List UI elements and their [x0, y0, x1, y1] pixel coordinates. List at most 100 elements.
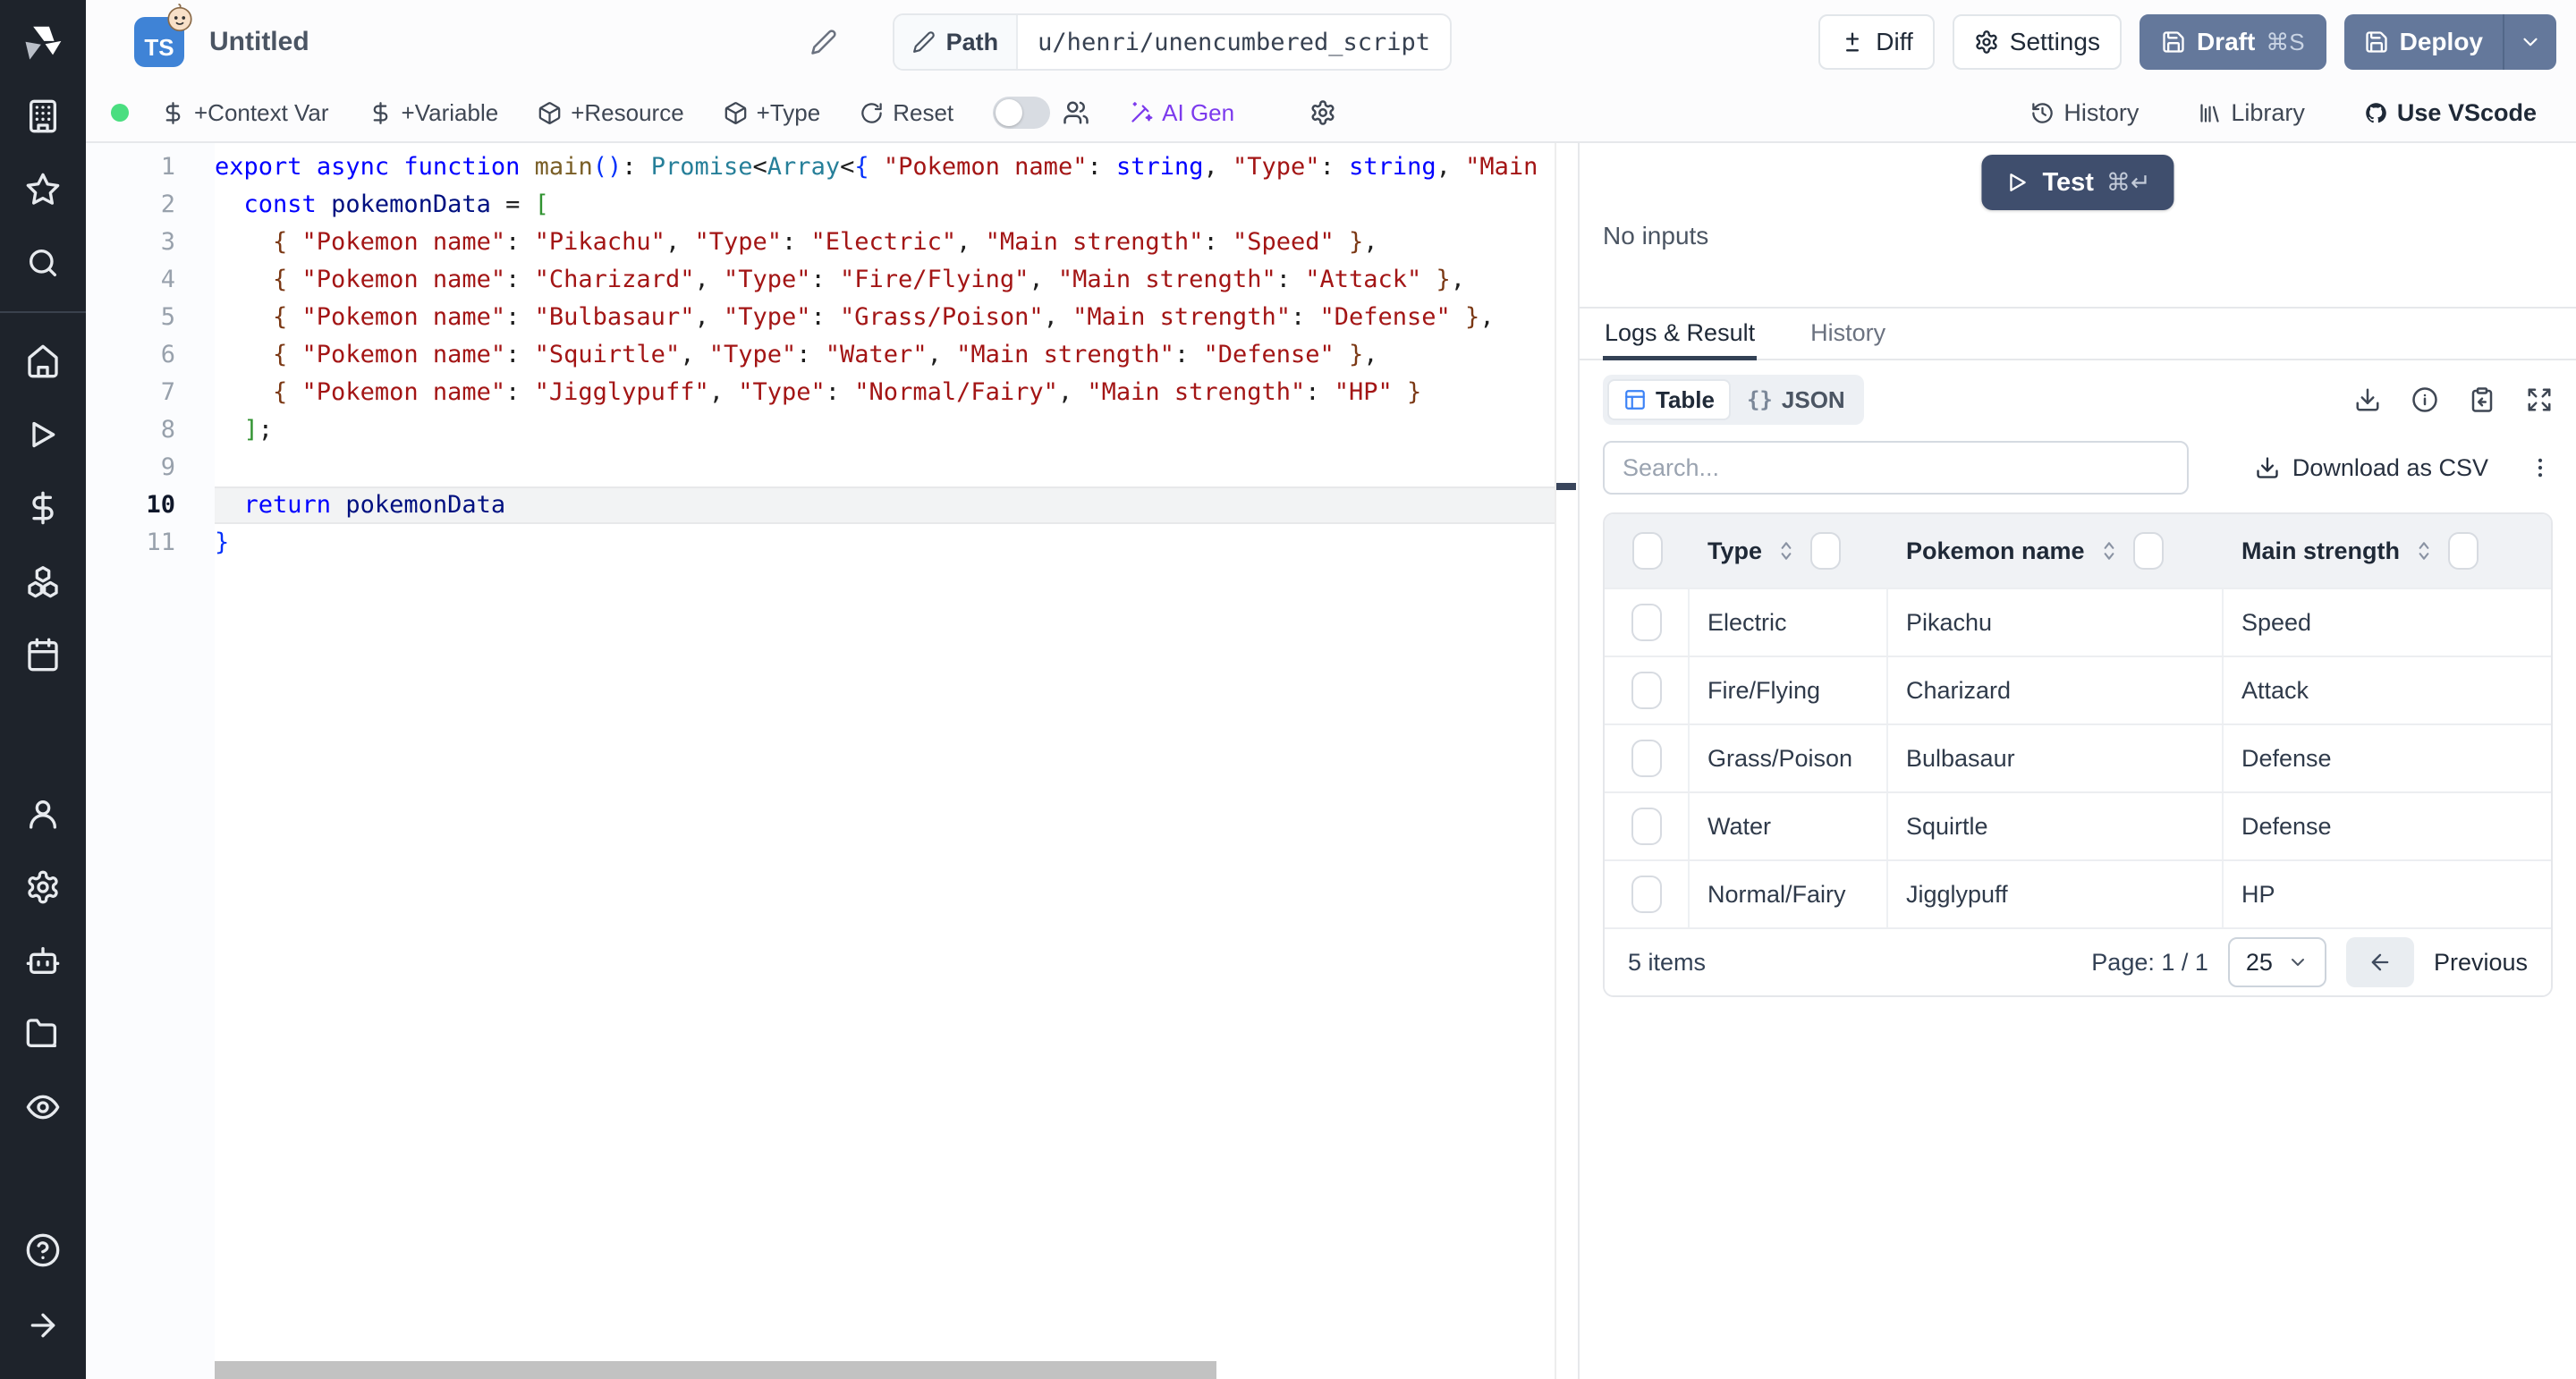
code-editor[interactable]: 1export async function main(): Promise<A… [86, 143, 1580, 1379]
table-row[interactable]: Normal/FairyJigglypuffHP [1605, 859, 2551, 927]
row-checkbox[interactable] [1631, 604, 1662, 641]
sort-icon[interactable] [1775, 539, 1798, 563]
column-checkbox[interactable] [2448, 532, 2479, 570]
sidebar-item-dollar-icon[interactable] [25, 490, 61, 526]
status-dot [111, 104, 129, 122]
expand-icon[interactable] [2526, 386, 2553, 413]
download-csv-button[interactable]: Download as CSV [2255, 454, 2488, 482]
edit-title-pencil-icon[interactable] [810, 29, 837, 55]
save-icon [2161, 30, 2186, 55]
code-line-10[interactable]: 10 return pokemonData [86, 486, 1555, 524]
reset-button[interactable]: Reset [860, 99, 953, 127]
previous-page-button[interactable] [2346, 937, 2414, 987]
row-checkbox[interactable] [1631, 876, 1662, 913]
row-checkbox[interactable] [1631, 740, 1662, 777]
download-result-icon[interactable] [2354, 386, 2381, 413]
table-footer: 5 items Page: 1 / 1 25 Previous [1605, 927, 2551, 995]
package-icon [538, 101, 562, 125]
deploy-dropdown-button[interactable] [2503, 14, 2556, 70]
code-line-9[interactable]: 9 [86, 449, 1555, 486]
sidebar-item-boxes-icon[interactable] [25, 563, 61, 599]
sidebar-item-play-icon[interactable] [25, 417, 61, 453]
code-line-8[interactable]: 8 ]; [86, 411, 1555, 449]
table-cell: Grass/Poison [1690, 725, 1888, 791]
run-result-panel: Test ⌘↵ No inputs Logs & Result History … [1580, 143, 2576, 1379]
sidebar-divider [0, 311, 86, 313]
sidebar-item-home-icon[interactable] [25, 343, 61, 379]
script-path-group[interactable]: Path u/henri/unencumbered_script [893, 13, 1452, 71]
table-cell: Normal/Fairy [1690, 861, 1888, 927]
sidebar-item-arrow-right-icon[interactable] [25, 1307, 61, 1343]
ai-gen-button[interactable]: AI Gen [1129, 99, 1234, 127]
baby-emoji-icon [165, 3, 195, 33]
add-variable-button[interactable]: +Variable [369, 99, 499, 127]
info-icon[interactable] [2411, 386, 2438, 413]
diff-button[interactable]: Diff [1818, 14, 1935, 70]
sidebar-item-bot-icon[interactable] [25, 943, 61, 978]
windmill-logo[interactable] [20, 20, 66, 66]
copy-to-clipboard-icon[interactable] [2469, 386, 2496, 413]
line-number: 1 [86, 148, 215, 186]
table-cell: Defense [2224, 725, 2551, 791]
sidebar-item-folder-icon[interactable] [25, 1016, 61, 1052]
sidebar-item-help-icon[interactable] [25, 1232, 61, 1268]
view-json-button[interactable]: {} JSON [1733, 379, 1860, 420]
settings-button[interactable]: Settings [1953, 14, 2122, 70]
view-table-button[interactable]: Table [1607, 379, 1731, 420]
library-button[interactable]: Library [2198, 99, 2305, 127]
code-line-2[interactable]: 2 const pokemonData = [ [86, 186, 1555, 224]
select-all-checkbox[interactable] [1632, 532, 1663, 570]
code-line-6[interactable]: 6 { "Pokemon name": "Squirtle", "Type": … [86, 336, 1555, 374]
code-line-7[interactable]: 7 { "Pokemon name": "Jigglypuff", "Type"… [86, 374, 1555, 411]
code-line-11[interactable]: 11} [86, 524, 1555, 562]
table-row[interactable]: WaterSquirtleDefense [1605, 791, 2551, 859]
code-line-3[interactable]: 3 { "Pokemon name": "Pikachu", "Type": "… [86, 224, 1555, 261]
row-checkbox[interactable] [1631, 808, 1662, 845]
table-row[interactable]: ElectricPikachuSpeed [1605, 588, 2551, 656]
sidebar-item-building-icon[interactable] [25, 98, 61, 134]
code-line-4[interactable]: 4 { "Pokemon name": "Charizard", "Type":… [86, 261, 1555, 299]
sort-icon[interactable] [2097, 539, 2121, 563]
users-icon[interactable] [1063, 99, 1089, 126]
add-type-button[interactable]: +Type [724, 99, 821, 127]
gear-icon[interactable] [1309, 99, 1336, 126]
add-context-var-button[interactable]: +Context Var [161, 99, 329, 127]
horizontal-scrollbar[interactable] [215, 1361, 1216, 1379]
script-path-value[interactable]: u/henri/unencumbered_script [1018, 15, 1450, 69]
sidebar-item-calendar-icon[interactable] [25, 637, 61, 673]
lang-label: TS [144, 34, 174, 62]
table-row[interactable]: Fire/FlyingCharizardAttack [1605, 656, 2551, 723]
pencil-icon [912, 30, 936, 54]
history-button[interactable]: History [2030, 99, 2139, 127]
deploy-button[interactable]: Deploy [2344, 14, 2503, 70]
view-toggle: Table {} JSON [1603, 375, 1864, 425]
code-text: { "Pokemon name": "Charizard", "Type": "… [215, 261, 1555, 299]
table-row[interactable]: Grass/PoisonBulbasaurDefense [1605, 723, 2551, 791]
items-count: 5 items [1628, 949, 1706, 977]
path-label: Path [894, 15, 1019, 69]
result-search-input[interactable] [1603, 441, 2189, 495]
column-checkbox[interactable] [2133, 532, 2164, 570]
use-vscode-button[interactable]: Use VScode [2364, 99, 2537, 127]
library-icon [2198, 101, 2222, 125]
test-button[interactable]: Test ⌘↵ [1981, 155, 2174, 210]
line-number: 2 [86, 186, 215, 224]
sidebar-item-star-icon[interactable] [25, 172, 61, 207]
sidebar-item-gear-icon[interactable] [25, 869, 61, 905]
collab-toggle[interactable] [993, 97, 1050, 129]
add-resource-button[interactable]: +Resource [538, 99, 683, 127]
code-line-5[interactable]: 5 { "Pokemon name": "Bulbasaur", "Type":… [86, 299, 1555, 336]
sidebar-item-eye-icon[interactable] [25, 1089, 61, 1125]
more-options-kebab-icon[interactable] [2528, 455, 2553, 480]
code-line-1[interactable]: 1export async function main(): Promise<A… [86, 148, 1555, 186]
row-checkbox[interactable] [1631, 672, 1662, 709]
column-checkbox[interactable] [1810, 532, 1841, 570]
sort-icon[interactable] [2412, 539, 2436, 563]
sidebar-item-search-icon[interactable] [25, 245, 61, 281]
sidebar-item-user-icon[interactable] [25, 796, 61, 832]
draft-button[interactable]: Draft ⌘S [2140, 14, 2326, 70]
code-text: ]; [215, 411, 1555, 449]
tab-logs-result[interactable]: Logs & Result [1603, 309, 1757, 360]
tab-history[interactable]: History [1809, 309, 1887, 360]
page-size-select[interactable]: 25 [2228, 937, 2326, 987]
